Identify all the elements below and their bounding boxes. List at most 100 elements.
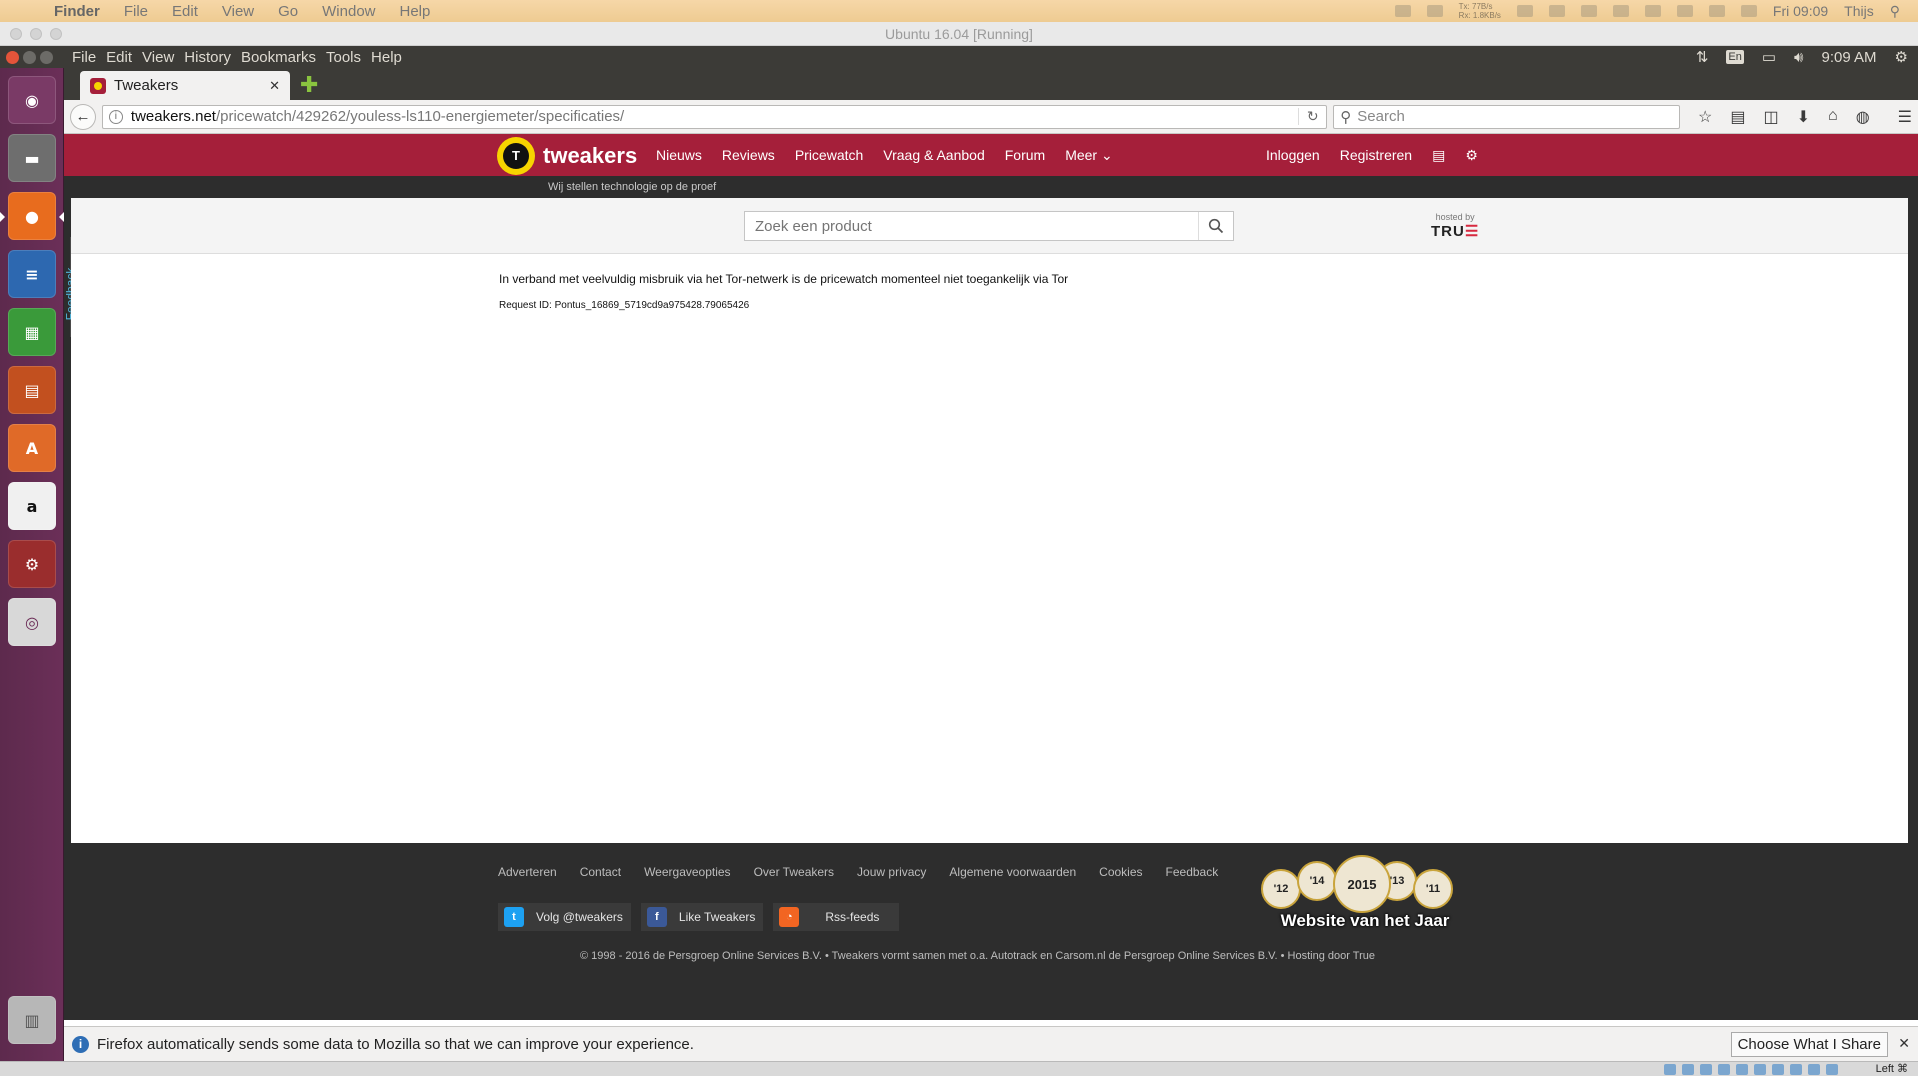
footer-link-adverteren[interactable]: Adverteren <box>498 865 557 879</box>
download-icon[interactable]: ⬇ <box>1797 107 1810 127</box>
footer-link-feedback[interactable]: Feedback <box>1166 865 1219 879</box>
mac-menu-go[interactable]: Go <box>278 3 298 20</box>
cloud-icon[interactable] <box>1516 5 1533 17</box>
nav-nieuws[interactable]: Nieuws <box>656 147 702 163</box>
system-settings-icon[interactable]: ⚙ <box>8 540 56 588</box>
mac-menu-file[interactable]: File <box>124 3 148 20</box>
footer-link-cookies[interactable]: Cookies <box>1099 865 1142 879</box>
optical-icon[interactable] <box>1682 1064 1694 1075</box>
network-arrows-icon[interactable]: ⇅ <box>1696 48 1709 66</box>
ff-menu-file[interactable]: File <box>72 49 96 66</box>
ff-minimize-button[interactable] <box>23 50 36 64</box>
sound-icon[interactable]: 🔊︎ <box>1794 49 1803 66</box>
facebook-like-button[interactable]: f Like Tweakers <box>640 903 764 931</box>
ff-maximize-button[interactable] <box>40 50 53 64</box>
trash-icon[interactable]: ▥ <box>8 996 56 1044</box>
ff-menu-view[interactable]: View <box>142 49 174 66</box>
usb-icon[interactable] <box>1736 1064 1748 1075</box>
keyboard-capture-icon[interactable] <box>1826 1064 1838 1075</box>
minimize-window-button[interactable] <box>30 28 42 40</box>
hdd-icon[interactable] <box>1664 1064 1676 1075</box>
shared-folder-icon[interactable] <box>1754 1064 1766 1075</box>
ff-menu-edit[interactable]: Edit <box>106 49 132 66</box>
ff-menu-history[interactable]: History <box>184 49 231 66</box>
product-search-button[interactable] <box>1198 212 1233 240</box>
bookmark-star-icon[interactable]: ☆ <box>1698 107 1712 127</box>
tweakers-logo[interactable]: T tweakers <box>497 137 637 175</box>
menu-hamburger-icon[interactable]: ☰ <box>1898 107 1912 127</box>
close-notification-icon[interactable]: ✕ <box>1898 1035 1910 1052</box>
firefox-icon[interactable]: ● <box>0 192 64 240</box>
website-van-het-jaar-award[interactable]: '12 '14 '13 '11 2015 Website van het Jaa… <box>1261 855 1471 935</box>
hosted-by-true[interactable]: hosted by TRU☰ <box>1431 212 1479 240</box>
writer-icon[interactable]: ≡ <box>8 250 56 298</box>
mac-menu-help[interactable]: Help <box>400 3 431 20</box>
impress-icon[interactable]: ▤ <box>8 366 56 414</box>
software-center-icon[interactable]: A <box>8 424 56 472</box>
zoom-window-button[interactable] <box>50 28 62 40</box>
home-icon[interactable]: ⌂ <box>1828 107 1838 127</box>
settings-icon[interactable]: ⚙ <box>1465 147 1478 164</box>
battery-icon[interactable]: ▭ <box>1762 48 1776 66</box>
footer-link-over-tweakers[interactable]: Over Tweakers <box>754 865 834 879</box>
mac-user[interactable]: Thijs <box>1844 3 1874 19</box>
mac-menu-edit[interactable]: Edit <box>172 3 198 20</box>
twitter-icon[interactable] <box>1548 5 1565 17</box>
ff-menu-help[interactable]: Help <box>371 49 402 66</box>
footer-link-weergaveopties[interactable]: Weergaveopties <box>644 865 731 879</box>
close-tab-icon[interactable]: ✕ <box>269 78 280 94</box>
back-button[interactable]: ← <box>70 103 96 130</box>
chat-icon[interactable]: ◍ <box>1856 107 1870 127</box>
close-window-button[interactable] <box>10 28 22 40</box>
footer-link-privacy[interactable]: Jouw privacy <box>857 865 926 879</box>
product-search-input[interactable] <box>745 212 1198 240</box>
sync-icon[interactable] <box>1426 5 1443 17</box>
volume-icon[interactable] <box>1676 5 1693 17</box>
battery-icon[interactable] <box>1708 5 1725 17</box>
mac-menu-view[interactable]: View <box>222 3 254 20</box>
ff-menu-bookmarks[interactable]: Bookmarks <box>241 49 316 66</box>
bluetooth-icon[interactable] <box>1612 5 1629 17</box>
settings-gear-icon[interactable]: ⚙ <box>1895 48 1908 66</box>
tab-tweakers[interactable]: Tweakers ✕ <box>80 71 290 100</box>
url-bar[interactable]: i tweakers.net/pricewatch/429262/youless… <box>101 104 1328 129</box>
files-icon[interactable]: ▬ <box>8 134 56 182</box>
choose-what-i-share-button[interactable]: Choose What I Share <box>1730 1032 1888 1057</box>
rss-button[interactable]: ◔ Rss-feeds <box>773 903 900 931</box>
mac-menu-app[interactable]: Finder <box>54 3 100 20</box>
audio-icon[interactable] <box>1700 1064 1712 1075</box>
nav-pricewatch[interactable]: Pricewatch <box>795 147 863 163</box>
footer-link-voorwaarden[interactable]: Algemene voorwaarden <box>949 865 1076 879</box>
dvd-icon[interactable]: ◎ <box>8 598 56 646</box>
more-icon[interactable] <box>1394 5 1411 17</box>
register-link[interactable]: Registreren <box>1340 147 1412 163</box>
keyboard-layout[interactable]: En <box>1726 50 1744 64</box>
amazon-icon[interactable]: a <box>8 482 56 530</box>
nav-reviews[interactable]: Reviews <box>722 147 775 163</box>
new-tab-button[interactable]: ✚ <box>300 73 318 98</box>
list-icon[interactable]: ▤ <box>1432 147 1445 164</box>
network-icon[interactable] <box>1718 1064 1730 1075</box>
ubuntu-clock[interactable]: 9:09 AM <box>1822 49 1877 66</box>
calc-icon[interactable]: ▦ <box>8 308 56 356</box>
nav-vraag-aanbod[interactable]: Vraag & Aanbod <box>883 147 984 163</box>
mac-menu-window[interactable]: Window <box>322 3 375 20</box>
twitter-follow-button[interactable]: t Volg @tweakers <box>498 903 631 931</box>
lock-icon[interactable] <box>1580 5 1597 17</box>
ubuntu-dash-icon[interactable]: ◉ <box>8 76 56 124</box>
wifi-icon[interactable] <box>1644 5 1661 17</box>
login-link[interactable]: Inloggen <box>1266 147 1320 163</box>
mouse-integration-icon[interactable] <box>1808 1064 1820 1075</box>
pocket-icon[interactable]: ◫ <box>1763 107 1778 127</box>
calendar-icon[interactable] <box>1740 5 1757 17</box>
ff-menu-tools[interactable]: Tools <box>326 49 361 66</box>
footer-link-contact[interactable]: Contact <box>580 865 621 879</box>
mac-clock[interactable]: Fri 09:09 <box>1773 3 1828 19</box>
spotlight-icon[interactable]: ⚲ <box>1890 3 1900 20</box>
reload-icon[interactable]: ↻ <box>1298 108 1326 125</box>
site-info-icon[interactable]: i <box>108 109 123 124</box>
nav-forum[interactable]: Forum <box>1005 147 1045 163</box>
capture-icon[interactable] <box>1790 1064 1802 1075</box>
nav-meer[interactable]: Meer ⌄ <box>1065 147 1113 164</box>
reading-list-icon[interactable]: ▤ <box>1730 107 1745 127</box>
